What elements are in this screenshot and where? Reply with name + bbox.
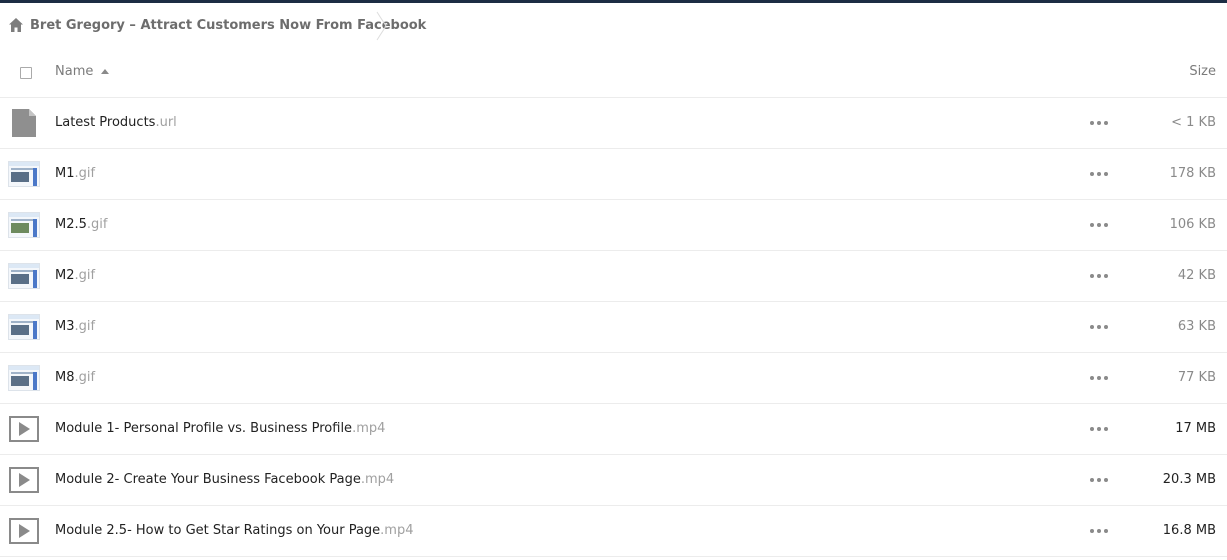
more-actions-icon[interactable] bbox=[1090, 268, 1108, 284]
file-size: 17 MB bbox=[1175, 421, 1216, 436]
file-extension[interactable]: .mp4 bbox=[361, 472, 394, 487]
file-basename[interactable]: Module 2- Create Your Business Facebook … bbox=[55, 472, 361, 487]
file-list-header: Name Size bbox=[0, 47, 1227, 98]
image-thumbnail-preview bbox=[8, 161, 40, 187]
file-size: 42 KB bbox=[1177, 268, 1216, 283]
file-row[interactable]: Module 2.5- How to Get Star Ratings on Y… bbox=[0, 506, 1227, 557]
video-play-icon[interactable] bbox=[8, 515, 40, 547]
more-actions-icon[interactable] bbox=[1090, 217, 1108, 233]
file-basename[interactable]: Module 1- Personal Profile vs. Business … bbox=[55, 421, 352, 436]
image-thumbnail[interactable] bbox=[8, 158, 40, 190]
file-name[interactable]: M2.gif bbox=[55, 268, 95, 283]
file-extension[interactable]: .gif bbox=[75, 166, 96, 181]
file-basename[interactable]: M2.5 bbox=[55, 217, 87, 232]
file-name[interactable]: Module 2- Create Your Business Facebook … bbox=[55, 472, 394, 487]
file-row[interactable]: Latest Products.url < 1 KB bbox=[0, 98, 1227, 149]
image-thumbnail[interactable] bbox=[8, 260, 40, 292]
file-basename[interactable]: Module 2.5- How to Get Star Ratings on Y… bbox=[55, 523, 380, 538]
file-basename[interactable]: M8 bbox=[55, 370, 75, 385]
file-extension[interactable]: .gif bbox=[87, 217, 108, 232]
image-thumbnail[interactable] bbox=[8, 311, 40, 343]
file-name[interactable]: M8.gif bbox=[55, 370, 95, 385]
file-row[interactable]: Module 2- Create Your Business Facebook … bbox=[0, 455, 1227, 506]
file-size: 20.3 MB bbox=[1162, 472, 1216, 487]
file-basename[interactable]: M1 bbox=[55, 166, 75, 181]
image-thumbnail-preview bbox=[8, 365, 40, 391]
file-extension[interactable]: .gif bbox=[75, 370, 96, 385]
more-actions-icon[interactable] bbox=[1090, 472, 1108, 488]
file-size: 106 KB bbox=[1169, 217, 1216, 232]
file-name[interactable]: Module 1- Personal Profile vs. Business … bbox=[55, 421, 385, 436]
file-basename[interactable]: M2 bbox=[55, 268, 75, 283]
file-row[interactable]: M2.gif 42 KB bbox=[0, 251, 1227, 302]
file-name[interactable]: M1.gif bbox=[55, 166, 95, 181]
image-thumbnail[interactable] bbox=[8, 362, 40, 394]
sort-ascending-icon[interactable] bbox=[101, 69, 110, 74]
file-size: < 1 KB bbox=[1171, 115, 1216, 130]
more-actions-icon[interactable] bbox=[1090, 166, 1108, 182]
file-row[interactable]: M3.gif 63 KB bbox=[0, 302, 1227, 353]
image-thumbnail-preview bbox=[8, 314, 40, 340]
file-size: 178 KB bbox=[1169, 166, 1216, 181]
image-thumbnail[interactable] bbox=[8, 209, 40, 241]
file-name[interactable]: Module 2.5- How to Get Star Ratings on Y… bbox=[55, 523, 414, 538]
file-name[interactable]: Latest Products.url bbox=[55, 115, 177, 130]
more-actions-icon[interactable] bbox=[1090, 319, 1108, 335]
file-size: 63 KB bbox=[1177, 319, 1216, 334]
image-thumbnail-preview bbox=[8, 212, 40, 238]
file-size: 16.8 MB bbox=[1162, 523, 1216, 538]
breadcrumb: Bret Gregory – Attract Customers Now Fro… bbox=[0, 3, 1227, 47]
file-extension[interactable]: .url bbox=[155, 115, 176, 130]
video-play-icon[interactable] bbox=[8, 464, 40, 496]
file-row[interactable]: M1.gif 178 KB bbox=[0, 149, 1227, 200]
file-extension[interactable]: .gif bbox=[75, 319, 96, 334]
home-icon[interactable] bbox=[8, 17, 24, 33]
select-all-checkbox[interactable] bbox=[20, 67, 32, 79]
video-play-icon[interactable] bbox=[8, 413, 40, 445]
breadcrumb-label[interactable]: Bret Gregory – Attract Customers Now Fro… bbox=[30, 18, 426, 33]
image-thumbnail-preview bbox=[8, 263, 40, 289]
more-actions-icon[interactable] bbox=[1090, 370, 1108, 386]
more-actions-icon[interactable] bbox=[1090, 115, 1108, 131]
file-icon[interactable] bbox=[8, 107, 40, 139]
file-row[interactable]: M2.5.gif 106 KB bbox=[0, 200, 1227, 251]
name-column-label[interactable]: Name bbox=[55, 64, 93, 79]
more-actions-icon[interactable] bbox=[1090, 523, 1108, 539]
file-row[interactable]: Module 1- Personal Profile vs. Business … bbox=[0, 404, 1227, 455]
file-extension[interactable]: .mp4 bbox=[380, 523, 413, 538]
file-row[interactable]: M8.gif 77 KB bbox=[0, 353, 1227, 404]
file-basename[interactable]: Latest Products bbox=[55, 115, 155, 130]
file-name[interactable]: M2.5.gif bbox=[55, 217, 107, 232]
file-extension[interactable]: .gif bbox=[75, 268, 96, 283]
size-column-header[interactable]: Size bbox=[1189, 64, 1216, 79]
file-size: 77 KB bbox=[1177, 370, 1216, 385]
more-actions-icon[interactable] bbox=[1090, 421, 1108, 437]
file-extension[interactable]: .mp4 bbox=[352, 421, 385, 436]
file-name[interactable]: M3.gif bbox=[55, 319, 95, 334]
file-basename[interactable]: M3 bbox=[55, 319, 75, 334]
breadcrumb-item-folder[interactable]: Bret Gregory – Attract Customers Now Fro… bbox=[8, 14, 426, 36]
file-list: Latest Products.url < 1 KB M1.gif 178 KB M2.… bbox=[0, 98, 1227, 557]
name-column-header[interactable]: Name bbox=[55, 64, 110, 79]
breadcrumb-separator-icon bbox=[376, 11, 388, 41]
